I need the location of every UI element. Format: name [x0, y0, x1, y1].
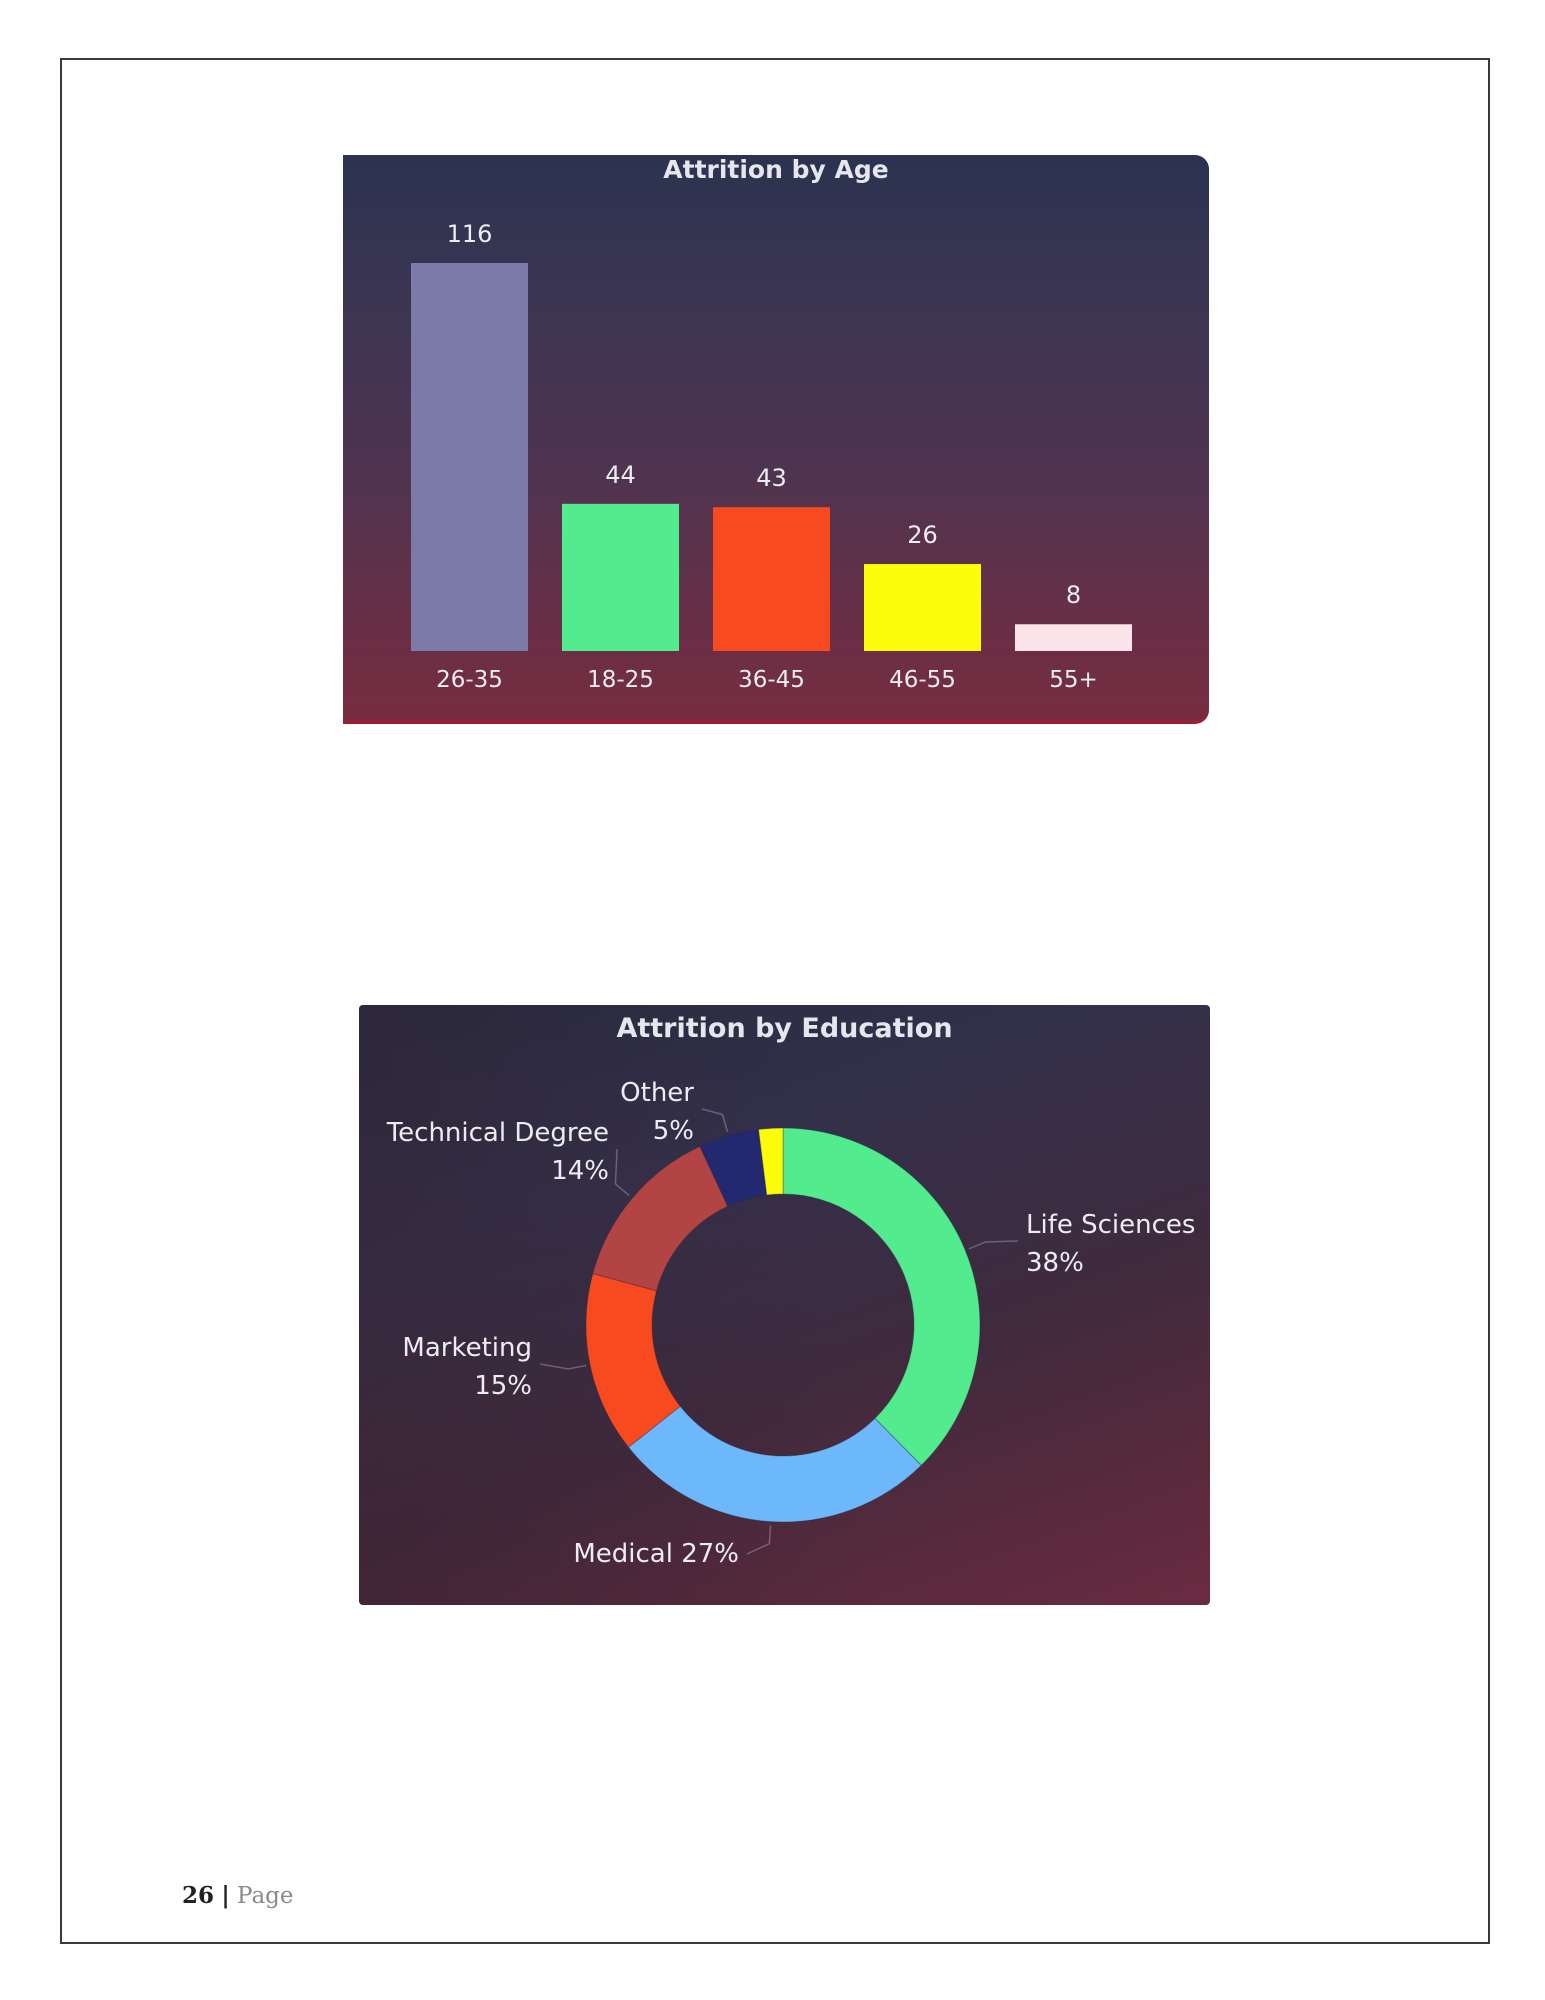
age-category-label: 36-45 — [738, 667, 805, 693]
education-slice-label: Medical 27% — [573, 1539, 739, 1569]
education-slice-label: Marketing — [402, 1333, 532, 1363]
age-bar-26-35 — [411, 263, 528, 651]
education-chart-title: Attrition by Education — [616, 1013, 953, 1044]
education-donut-chart-svg: Life Sciences 38% Medical 27% Marketing 15% T… — [386, 1078, 1196, 1569]
age-bar-55+ — [1015, 624, 1132, 651]
age-bar-value-label: 43 — [756, 464, 787, 492]
age-category-label: 26-35 — [436, 667, 503, 693]
education-slice-medical — [627, 1405, 922, 1523]
education-leader-line — [539, 1363, 587, 1370]
education-leader-line — [701, 1108, 729, 1133]
age-bar-value-label: 44 — [605, 461, 636, 489]
education-slice-life-sciences — [782, 1127, 981, 1467]
right-rule — [1488, 58, 1490, 1944]
page-number: 26 — [182, 1882, 215, 1909]
age-category-label: 46-55 — [889, 667, 956, 693]
page-separator: | — [221, 1882, 230, 1909]
education-leader-line — [968, 1240, 1019, 1250]
top-rule — [60, 58, 1490, 60]
left-rule — [60, 58, 62, 1944]
education-slice-technical-degree — [592, 1145, 729, 1292]
age-bar-value-label: 8 — [1066, 581, 1081, 609]
education-leader-line — [746, 1525, 772, 1555]
age-bar-value-label: 116 — [447, 220, 493, 248]
education-slice-label: Life Sciences — [1026, 1210, 1195, 1240]
age-bar-chart-svg: 116 26-35 44 18-25 43 36-45 26 46-55 8 55+ — [411, 220, 1132, 693]
education-leader-line — [614, 1148, 630, 1197]
education-slice-label: 38% — [1026, 1248, 1084, 1278]
age-bar-value-label: 26 — [907, 521, 938, 549]
attrition-by-age-chart: Attrition by Age 116 26-35 44 18-25 43 36-45 2… — [343, 155, 1209, 724]
education-slice-label: Other — [620, 1078, 694, 1108]
education-slice-label: 15% — [474, 1371, 532, 1401]
bottom-rule — [60, 1942, 1490, 1944]
age-bar-36-45 — [713, 507, 830, 651]
age-category-label: 55+ — [1049, 667, 1098, 693]
education-slice-label: Technical Degree — [386, 1118, 609, 1148]
education-slice-label: 5% — [653, 1116, 694, 1146]
page-footer: 26 | Page — [182, 1882, 294, 1909]
age-bar-46-55 — [864, 564, 981, 651]
attrition-by-education-chart: Life Sciences 38% Medical 27% Marketing 15% T… — [359, 1005, 1210, 1605]
education-slice-label: 14% — [551, 1156, 609, 1186]
age-bar-18-25 — [562, 503, 679, 651]
age-category-label: 18-25 — [587, 667, 654, 693]
page-label: Page — [237, 1883, 294, 1909]
